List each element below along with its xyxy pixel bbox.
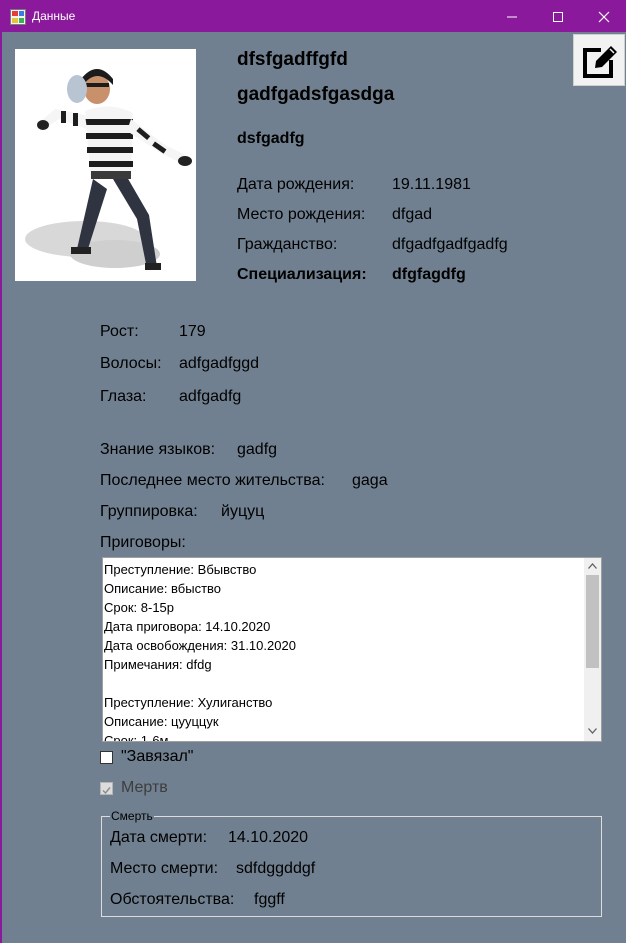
- convictions-line: Описание: вбыство: [104, 581, 222, 596]
- convictions-line: Преступление: Хулиганство: [104, 695, 273, 710]
- convictions-line: [104, 674, 582, 693]
- nickname-primary: dfsfgadffgfd: [237, 49, 348, 70]
- convictions-line: Дата освобождения: 31.10.2020: [104, 638, 296, 653]
- scrollbar-thumb[interactable]: [586, 575, 599, 668]
- death-date-value: 14.10.2020: [228, 829, 309, 846]
- minimize-icon: [507, 16, 517, 18]
- birth-date-label: Дата рождения:: [237, 176, 355, 193]
- death-group-title: Смерть: [110, 809, 154, 823]
- hair-label: Волосы:: [100, 355, 162, 372]
- retired-label[interactable]: "Завязал": [121, 748, 193, 766]
- convictions-label: Приговоры:: [100, 534, 186, 551]
- person-photo: [15, 49, 196, 281]
- app-icon: [10, 9, 26, 25]
- client-area: dfsfgadffgfd gadfgadsfgasdga dsfgadfg Да…: [2, 32, 626, 943]
- convictions-line: Дата приговора: 14.10.2020: [104, 619, 271, 634]
- edit-pencil-icon: [583, 46, 617, 78]
- gang-value: йуцуц: [221, 503, 265, 520]
- last-residence-label: Последнее место жительства:: [100, 472, 325, 489]
- citizenship-label: Гражданство:: [237, 236, 338, 253]
- birth-place-label: Место рождения:: [237, 206, 366, 223]
- convictions-line: Описание: цууццук: [104, 714, 219, 729]
- dead-label[interactable]: Мертв: [121, 779, 168, 797]
- death-date-label: Дата смерти:: [110, 829, 208, 846]
- hair-value: adfgadfggd: [179, 355, 260, 372]
- close-icon: [598, 11, 610, 23]
- eyes-value: adfgadfg: [179, 388, 242, 405]
- circumstances-value: fggff: [254, 891, 285, 908]
- convictions-line: Срок: 8-15р: [104, 600, 175, 615]
- birth-place-value: dfgad: [392, 206, 433, 223]
- edit-button[interactable]: [573, 34, 625, 86]
- nickname-secondary: gadfgadsfgasdga: [237, 84, 395, 105]
- maximize-icon: [553, 12, 563, 22]
- languages-value: gadfg: [237, 441, 278, 458]
- minimize-button[interactable]: [489, 1, 535, 32]
- checkmark-icon: [102, 787, 111, 795]
- death-place-label: Место смерти:: [110, 860, 219, 877]
- circumstances-label: Обстоятельства:: [110, 891, 235, 908]
- maximize-button[interactable]: [535, 1, 581, 32]
- title-bar[interactable]: Данные: [1, 1, 626, 32]
- convictions-line: Срок: 1-6м: [104, 733, 169, 742]
- death-place-value: sdfdggddgf: [236, 860, 316, 877]
- close-button[interactable]: [581, 1, 626, 32]
- scroll-down-icon[interactable]: [588, 728, 597, 734]
- height-value: 179: [179, 323, 206, 340]
- convictions-textbox[interactable]: Преступление: Вбывство Описание: вбыство…: [102, 557, 602, 742]
- specialization-label: Специализация:: [237, 266, 367, 283]
- eyes-label: Глаза:: [100, 388, 147, 405]
- nickname-tertiary: dsfgadfg: [237, 130, 305, 147]
- convictions-line: Преступление: Вбывство: [104, 562, 257, 577]
- last-residence-value: gaga: [352, 472, 388, 489]
- languages-label: Знание языков:: [100, 441, 216, 458]
- height-label: Рост:: [100, 323, 139, 340]
- dead-checkbox[interactable]: [100, 782, 113, 795]
- scroll-up-icon[interactable]: [588, 563, 597, 569]
- specialization-value: dfgfagdfg: [392, 266, 466, 283]
- retired-checkbox[interactable]: [100, 751, 113, 764]
- vertical-scrollbar[interactable]: [584, 558, 601, 741]
- citizenship-value: dfgadfgadfgadfg: [392, 236, 508, 253]
- birth-date-value: 19.11.1981: [392, 176, 471, 193]
- window: Данные dfsfgadffgfd gadfgadsfgasdga dsfg…: [0, 0, 626, 943]
- convictions-text: Преступление: Вбывство Описание: вбыство…: [104, 560, 582, 742]
- gang-label: Группировка:: [100, 503, 198, 520]
- convictions-line: Примечания: dfdg: [104, 657, 212, 672]
- window-title: Данные: [32, 9, 76, 23]
